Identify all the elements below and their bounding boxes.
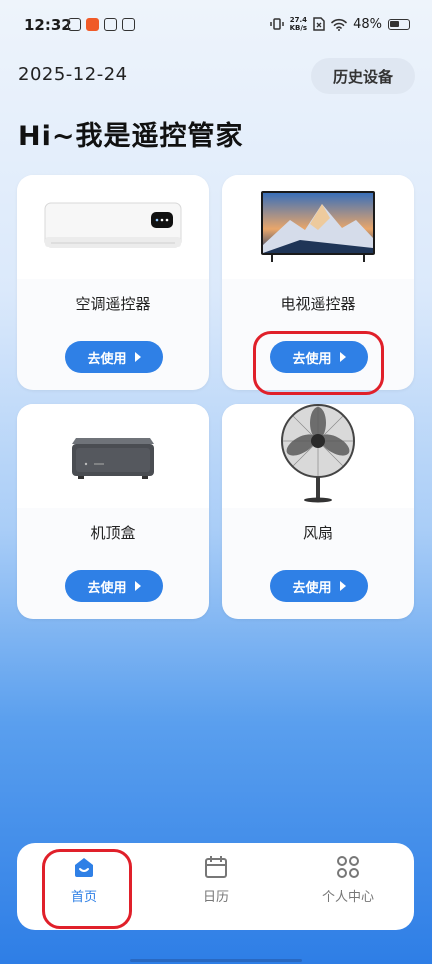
air-conditioner-image	[17, 175, 209, 279]
battery-icon	[388, 18, 410, 30]
play-arrow-icon	[134, 581, 141, 591]
highlight-annotation-tv-button	[253, 331, 384, 395]
tab-label-profile: 个人中心	[321, 890, 374, 905]
notification-icons	[68, 18, 135, 31]
set-top-box-icon	[72, 438, 154, 479]
device-name: 电视遥控器	[280, 295, 356, 313]
set-top-box-image	[17, 404, 209, 508]
tv-icon	[261, 191, 375, 262]
device-name: 空调遥控器	[75, 295, 151, 313]
tab-label-calendar: 日历	[202, 890, 229, 905]
tab-profile[interactable]: 个人中心	[303, 855, 393, 919]
highlight-annotation-home-tab	[42, 849, 132, 929]
more-notification-icon	[122, 18, 135, 31]
sim-icon	[313, 17, 325, 31]
device-card-air-conditioner[interactable]: 空调遥控器 去使用	[17, 175, 209, 390]
use-button[interactable]: 去使用	[270, 570, 368, 602]
use-button-label: 去使用	[292, 580, 332, 596]
current-date: 2025-12-24	[18, 64, 128, 85]
play-arrow-icon	[339, 581, 346, 591]
system-indicators: 27.4 KB/s 48%	[269, 16, 410, 32]
device-card-fan[interactable]: 风扇 去使用	[222, 404, 414, 619]
status-time: 12:32	[24, 16, 72, 34]
calendar-icon	[205, 856, 227, 878]
battery-percent: 48%	[353, 16, 382, 32]
tv-image	[222, 175, 414, 279]
mail-notification-icon	[104, 18, 117, 31]
device-name: 机顶盒	[90, 524, 136, 542]
air-conditioner-icon	[44, 202, 182, 248]
shopping-notification-icon	[86, 18, 99, 31]
play-arrow-icon	[134, 352, 141, 362]
greeting-title: Hi~我是遥控管家	[18, 121, 244, 152]
use-button[interactable]: 去使用	[65, 341, 163, 373]
gesture-home-indicator[interactable]	[130, 959, 302, 962]
status-bar: 12:32 27.4 KB/s 48%	[0, 0, 432, 52]
network-speed: 27.4 KB/s	[290, 16, 307, 32]
device-card-set-top-box[interactable]: 机顶盒 去使用	[17, 404, 209, 619]
use-button-label: 去使用	[87, 580, 127, 596]
vibrate-icon	[269, 18, 284, 30]
history-devices-button[interactable]: 历史设备	[311, 58, 415, 94]
use-button-label: 去使用	[87, 351, 127, 367]
profile-grid-icon	[337, 856, 359, 878]
device-name: 风扇	[302, 524, 333, 542]
network-speed-unit: KB/s	[289, 24, 308, 32]
wifi-icon	[331, 18, 347, 31]
fan-image	[222, 404, 414, 508]
fan-icon	[281, 404, 355, 503]
gallery-notification-icon	[68, 18, 81, 31]
tab-calendar[interactable]: 日历	[171, 855, 261, 919]
network-speed-value: 27.4	[289, 16, 307, 24]
use-button[interactable]: 去使用	[65, 570, 163, 602]
